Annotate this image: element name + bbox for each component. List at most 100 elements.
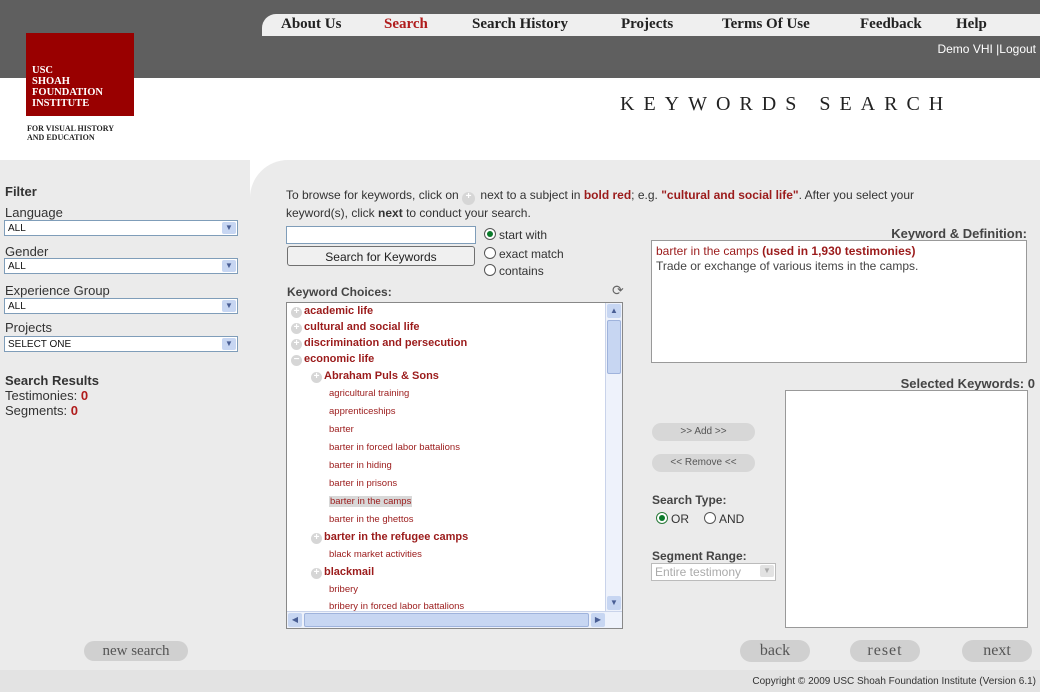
keyword-label: barter in the refugee camps <box>324 531 469 543</box>
nav-projects[interactable]: Projects <box>621 16 673 33</box>
projects-select[interactable]: SELECT ONE ▼ <box>4 336 238 352</box>
gender-select[interactable]: ALL ▼ <box>4 258 238 274</box>
expand-icon[interactable]: + <box>291 307 302 318</box>
contains-label: contains <box>499 264 544 278</box>
vertical-scroll-thumb[interactable] <box>607 320 621 374</box>
scroll-left-icon[interactable]: ◀ <box>288 613 302 627</box>
keyword-definition-title: Keyword & Definition: <box>891 226 1027 241</box>
horizontal-scrollbar[interactable]: ◀ ▶ <box>287 611 622 628</box>
scroll-right-icon[interactable]: ▶ <box>591 613 605 627</box>
back-button[interactable]: back <box>740 640 810 662</box>
scroll-down-icon[interactable]: ▼ <box>607 596 621 610</box>
logo[interactable]: USC SHOAH FOUNDATION INSTITUTE <box>26 33 134 116</box>
expand-icon[interactable]: + <box>311 372 322 383</box>
nav-help[interactable]: Help <box>956 16 987 33</box>
testimonies-label: Testimonies: <box>5 388 78 403</box>
horizontal-scroll-thumb[interactable] <box>304 613 589 627</box>
chevron-down-icon: ▼ <box>222 222 236 234</box>
keyword-item-barter-in-the-refugee-camps[interactable]: + barter in the refugee camps <box>311 531 468 544</box>
keyword-item-bribery[interactable]: bribery <box>329 584 358 595</box>
keyword-item-barter-in-the-ghettos[interactable]: barter in the ghettos <box>329 514 414 525</box>
remove-button[interactable]: << Remove << <box>652 454 755 472</box>
nav-terms-of-use[interactable]: Terms Of Use <box>722 16 810 33</box>
experience-group-select[interactable]: ALL ▼ <box>4 298 238 314</box>
collapse-icon[interactable]: − <box>291 355 302 366</box>
keyword-definition-box: barter in the camps (used in 1,930 testi… <box>651 240 1027 363</box>
reset-button[interactable]: reset <box>850 640 920 662</box>
logo-line-1: USC <box>32 65 54 76</box>
refresh-icon[interactable]: ⟳ <box>612 282 624 299</box>
keyword-item-barter-in-prisons[interactable]: barter in prisons <box>329 478 397 489</box>
contains-option[interactable]: contains <box>484 264 544 278</box>
expand-icon[interactable]: + <box>291 323 302 334</box>
keyword-item-barter[interactable]: barter <box>329 424 354 435</box>
exact-match-option[interactable]: exact match <box>484 247 564 261</box>
segments-value: 0 <box>70 403 79 418</box>
search-type-and-option[interactable]: AND <box>704 512 744 526</box>
experience-group-label: Experience Group <box>5 283 110 298</box>
keyword-choices-list[interactable]: + academic life + cultural and social life… <box>286 302 623 629</box>
nav-feedback[interactable]: Feedback <box>860 16 922 33</box>
keyword-item-barter-in-forced-labor-battalions[interactable]: barter in forced labor battalions <box>329 442 460 453</box>
expand-icon[interactable]: + <box>291 339 302 350</box>
nav-about-us[interactable]: About Us <box>281 16 341 33</box>
keyword-label: economic life <box>304 353 375 365</box>
vertical-scrollbar[interactable]: ▲ ▼ <box>605 303 622 612</box>
search-for-keywords-button[interactable]: Search for Keywords <box>287 246 475 266</box>
next-button[interactable]: next <box>962 640 1032 662</box>
instructions-next-word: next <box>378 206 403 220</box>
add-button[interactable]: >> Add >> <box>652 423 755 441</box>
radio-selected-icon <box>484 228 496 240</box>
testimonies-count: Testimonies: 0 <box>5 388 88 403</box>
radio-selected-icon <box>656 512 668 524</box>
gender-label: Gender <box>5 244 49 259</box>
keyword-label: academic life <box>304 305 374 317</box>
plus-icon: + <box>462 192 476 205</box>
search-type-or-option[interactable]: OR <box>656 512 689 526</box>
keyword-item-cultural-and-social-life[interactable]: + cultural and social life <box>291 321 420 334</box>
chevron-down-icon: ▼ <box>222 300 236 312</box>
segment-range-select[interactable]: Entire testimony ▼ <box>651 563 776 581</box>
selected-keywords-count: 0 <box>1027 376 1035 391</box>
keyword-item-apprenticeships[interactable]: apprenticeships <box>329 406 396 417</box>
expand-icon[interactable]: + <box>311 533 322 544</box>
and-label: AND <box>719 512 745 526</box>
keyword-item-black-market-activities[interactable]: black market activities <box>329 549 422 560</box>
selected-keywords-box[interactable] <box>785 390 1028 628</box>
start-with-option[interactable]: start with <box>484 228 547 242</box>
chevron-down-icon: ▼ <box>760 565 774 577</box>
nav-search-history[interactable]: Search History <box>472 16 568 33</box>
selected-keywords-title: Selected Keywords: 0 <box>901 376 1035 391</box>
instructions-part-2: next to a subject in <box>480 188 581 202</box>
search-type-title: Search Type: <box>652 493 727 507</box>
definition-usage: (used in 1,930 testimonies) <box>762 244 916 258</box>
language-select[interactable]: ALL ▼ <box>4 220 238 236</box>
language-select-value: ALL <box>8 223 26 234</box>
user-name-link[interactable]: Demo VHI <box>937 42 992 56</box>
scroll-up-icon[interactable]: ▲ <box>607 304 621 318</box>
keyword-item-academic-life[interactable]: + academic life <box>291 305 373 318</box>
copyright-text: Copyright © 2009 USC Shoah Foundation In… <box>752 676 1036 687</box>
instructions-example: "cultural and social life" <box>661 188 799 202</box>
new-search-button[interactable]: new search <box>84 641 188 661</box>
logo-line-3: FOUNDATION <box>32 87 103 98</box>
keyword-item-barter-in-hiding[interactable]: barter in hiding <box>329 460 392 471</box>
segment-range-title: Segment Range: <box>652 549 747 563</box>
instructions-part-4: . After you select your <box>798 188 915 202</box>
or-label: OR <box>671 512 689 526</box>
logo-sub-line-1: FOR VISUAL HISTORY <box>27 124 115 133</box>
keyword-item-barter-in-the-camps[interactable]: barter in the camps <box>329 496 413 507</box>
nav-search[interactable]: Search <box>384 16 428 33</box>
logout-link[interactable]: Logout <box>999 42 1036 56</box>
keyword-item-discrimination-and-persecution[interactable]: + discrimination and persecution <box>291 337 467 350</box>
keyword-item-blackmail[interactable]: + blackmail <box>311 566 374 579</box>
instructions-line-2a: keyword(s), click <box>286 206 375 220</box>
keyword-item-agricultural-training[interactable]: agricultural training <box>329 388 409 399</box>
radio-icon <box>484 264 496 276</box>
definition-text: Trade or exchange of various items in th… <box>656 259 919 273</box>
keyword-item-economic-life[interactable]: − economic life <box>291 353 374 366</box>
keyword-item-abraham-puls-sons[interactable]: + Abraham Puls & Sons <box>311 370 439 383</box>
expand-icon[interactable]: + <box>311 568 322 579</box>
keyword-search-input[interactable] <box>286 226 476 244</box>
segments-label: Segments: <box>5 403 68 418</box>
